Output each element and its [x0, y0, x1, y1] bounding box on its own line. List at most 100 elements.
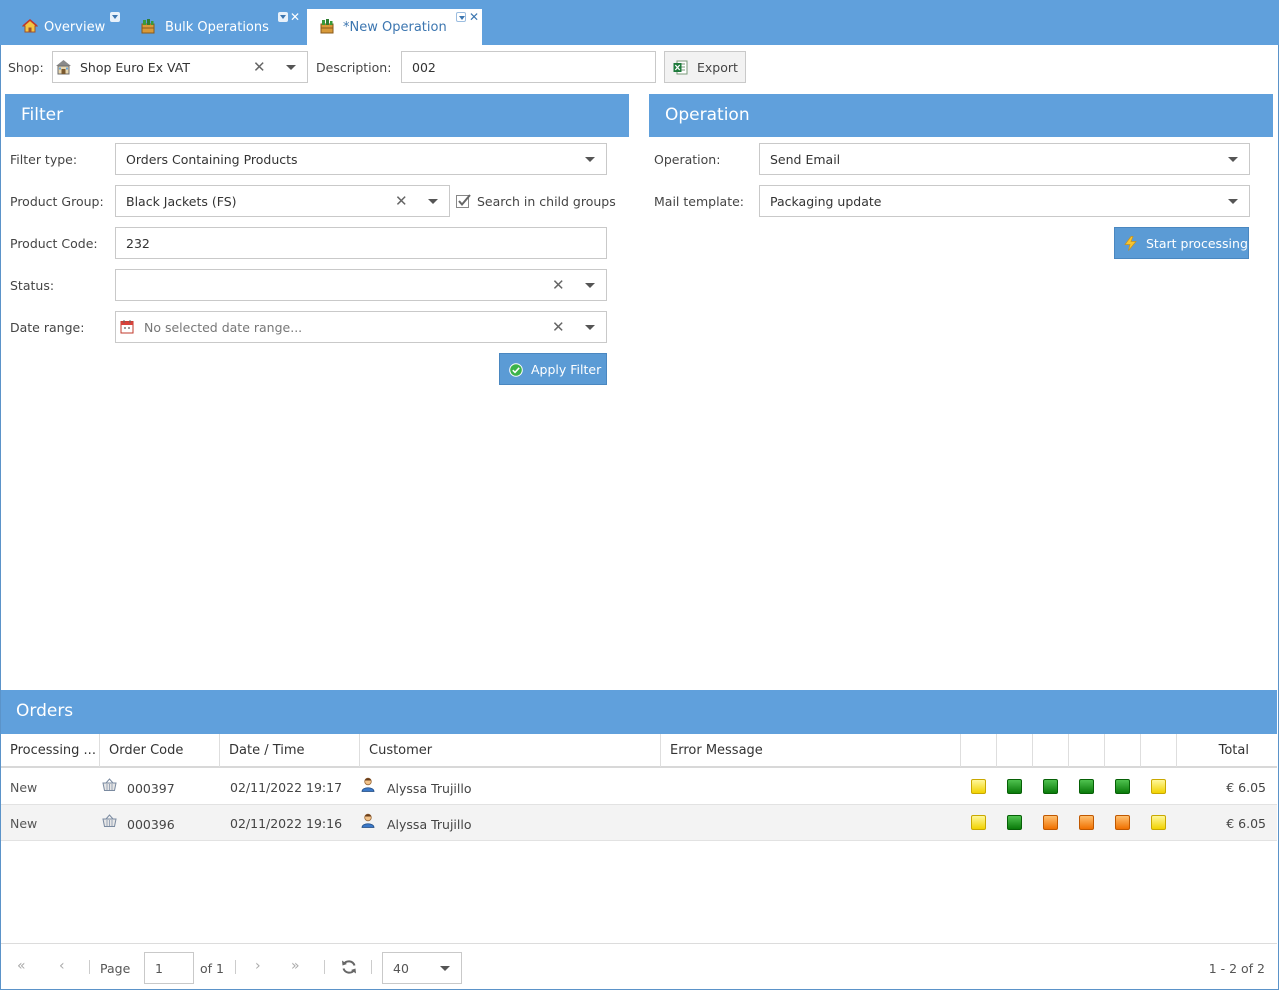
tab-overview[interactable]: Overview — [8, 9, 124, 45]
status-lamp-icon — [1151, 815, 1166, 830]
tab-overview-menu-icon[interactable] — [110, 12, 120, 22]
search-child-groups-checkbox[interactable]: Search in child groups — [455, 193, 616, 211]
status-lamp-icon — [1079, 779, 1094, 794]
home-icon — [21, 18, 39, 38]
row-customer[interactable]: Alyssa Trujillo — [387, 817, 471, 832]
product-code-input[interactable]: 232 — [115, 227, 607, 259]
orders-grid-header: Processing ... Order Code Date / Time Cu… — [1, 734, 1277, 768]
description-value: 002 — [412, 60, 436, 75]
status-lamp-icon — [1007, 779, 1022, 794]
chevron-down-icon[interactable] — [428, 199, 438, 204]
table-row[interactable]: New 000396 02/11/2022 19:16 Alyssa Truji… — [1, 805, 1277, 841]
tab-new-operation-menu-icon[interactable] — [456, 12, 466, 22]
status-lamp-icon — [1151, 779, 1166, 794]
row-status: New — [10, 816, 38, 831]
column-processing-status[interactable]: Processing ... — [1, 734, 100, 767]
product-code-label: Product Code: — [10, 236, 98, 251]
shopping-basket-icon — [102, 778, 117, 795]
column-date-time[interactable]: Date / Time — [220, 734, 360, 767]
basket-icon — [140, 18, 156, 38]
mail-template-select[interactable]: Packaging update — [759, 185, 1250, 217]
export-button[interactable]: Export — [664, 51, 746, 83]
row-order-code[interactable]: 000397 — [127, 781, 175, 796]
chevron-down-icon[interactable] — [1228, 157, 1238, 162]
shop-clear-icon[interactable]: ✕ — [253, 59, 266, 75]
filter-type-label: Filter type: — [10, 152, 78, 167]
apply-filter-button-label: Apply Filter — [531, 362, 602, 377]
status-select[interactable]: ✕ — [115, 269, 607, 301]
refresh-icon[interactable] — [341, 959, 357, 978]
column-indicator-1[interactable] — [961, 734, 997, 767]
filter-type-value: Orders Containing Products — [126, 152, 298, 167]
product-group-select[interactable]: Black Jackets (FS) ✕ — [115, 185, 450, 217]
row-order-code[interactable]: 000396 — [127, 817, 175, 832]
column-indicator-2[interactable] — [997, 734, 1033, 767]
table-row[interactable]: New 000397 02/11/2022 19:17 Alyssa Truji… — [1, 769, 1277, 805]
product-group-value: Black Jackets (FS) — [126, 194, 237, 209]
shop-label: Shop: — [8, 60, 44, 75]
tab-bulk-operations[interactable]: Bulk Operations ✕ — [126, 9, 304, 45]
status-clear-icon[interactable]: ✕ — [552, 277, 565, 293]
column-error-message[interactable]: Error Message — [661, 734, 961, 767]
status-lamp-icon — [1007, 815, 1022, 830]
column-order-code[interactable]: Order Code — [100, 734, 220, 767]
tab-bulk-operations-menu-icon[interactable] — [278, 12, 288, 22]
filter-type-select[interactable]: Orders Containing Products — [115, 143, 607, 175]
chevron-down-icon[interactable] — [1228, 199, 1238, 204]
date-range-clear-icon[interactable]: ✕ — [552, 319, 565, 335]
next-page-icon[interactable]: › — [255, 958, 261, 974]
row-customer[interactable]: Alyssa Trujillo — [387, 781, 471, 796]
column-customer[interactable]: Customer — [360, 734, 661, 767]
page-number-input[interactable]: 1 — [144, 952, 194, 984]
tab-new-operation[interactable]: *New Operation ✕ — [307, 9, 482, 45]
shopping-basket-icon — [102, 814, 117, 831]
chevron-down-icon[interactable] — [585, 283, 595, 288]
excel-icon — [673, 60, 688, 78]
tab-bulk-operations-close-icon[interactable]: ✕ — [290, 11, 300, 23]
page-label: Page — [100, 961, 131, 976]
filter-panel-header: Filter — [5, 94, 629, 137]
description-label: Description: — [316, 60, 392, 75]
status-lamp-icon — [1115, 815, 1130, 830]
last-page-icon[interactable]: » — [291, 958, 300, 974]
tab-new-operation-close-icon[interactable]: ✕ — [469, 11, 479, 23]
tab-bulk-operations-label: Bulk Operations — [165, 20, 269, 35]
column-total[interactable]: Total — [1177, 734, 1277, 767]
shop-select[interactable]: Shop Euro Ex VAT ✕ — [52, 51, 308, 83]
previous-page-icon[interactable]: ‹ — [59, 958, 65, 974]
operation-select[interactable]: Send Email — [759, 143, 1250, 175]
row-total: € 6.05 — [1226, 780, 1266, 795]
calendar-icon — [120, 319, 134, 337]
orders-panel-title: Orders — [16, 701, 74, 721]
chevron-down-icon[interactable] — [440, 966, 450, 971]
status-lamp-icon — [1079, 815, 1094, 830]
page-size-select[interactable]: 40 — [382, 952, 462, 984]
pager-divider — [371, 960, 372, 974]
product-group-clear-icon[interactable]: ✕ — [395, 193, 408, 209]
start-processing-button[interactable]: Start processing — [1114, 227, 1249, 259]
pager-summary: 1 - 2 of 2 — [1208, 961, 1265, 976]
check-circle-icon — [509, 363, 523, 380]
page-number-value: 1 — [155, 961, 163, 976]
row-total: € 6.05 — [1226, 816, 1266, 831]
chevron-down-icon[interactable] — [585, 157, 595, 162]
column-indicator-6[interactable] — [1141, 734, 1177, 767]
pagination-bar: « ‹ Page 1 of 1 › » 40 1 - 2 of 2 — [1, 943, 1277, 989]
apply-filter-button[interactable]: Apply Filter — [499, 353, 607, 385]
status-lamp-icon — [1115, 779, 1130, 794]
chevron-down-icon[interactable] — [286, 65, 296, 70]
start-processing-button-label: Start processing — [1146, 236, 1248, 251]
column-indicator-5[interactable] — [1105, 734, 1141, 767]
row-date-time: 02/11/2022 19:16 — [230, 816, 343, 831]
tab-new-operation-label: *New Operation — [343, 20, 447, 35]
first-page-icon[interactable]: « — [17, 958, 26, 974]
chevron-down-icon[interactable] — [585, 325, 595, 330]
lightning-icon — [1124, 236, 1137, 254]
column-indicator-4[interactable] — [1069, 734, 1105, 767]
basket-icon — [319, 18, 335, 38]
date-range-picker[interactable]: No selected date range... ✕ — [115, 311, 607, 343]
shop-icon — [55, 59, 72, 78]
column-indicator-3[interactable] — [1033, 734, 1069, 767]
description-input[interactable]: 002 — [401, 51, 656, 83]
operation-panel-title: Operation — [665, 105, 750, 125]
